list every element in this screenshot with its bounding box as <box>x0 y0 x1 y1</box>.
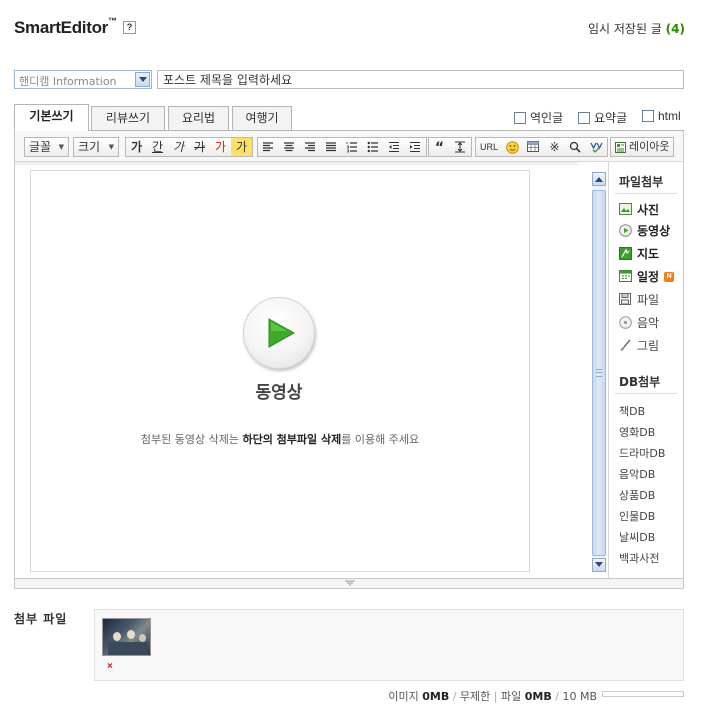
scroll-thumb[interactable] <box>592 190 606 556</box>
category-select[interactable]: 핸디캠 Information <box>14 70 152 89</box>
play-icon <box>268 318 295 348</box>
video-icon <box>619 224 632 237</box>
translate-checkbox[interactable] <box>514 111 526 124</box>
tab-review-write[interactable]: 리뷰쓰기 <box>91 106 165 130</box>
db-movie[interactable]: 영화DB <box>619 424 655 440</box>
db-book[interactable]: 책DB <box>619 403 645 419</box>
emoticon-icon[interactable] <box>502 138 523 156</box>
music-icon <box>619 316 632 329</box>
editor-top-shadow <box>15 162 578 168</box>
highlight-color-button[interactable]: 가 <box>231 138 252 156</box>
numbered-list-icon[interactable] <box>342 138 363 156</box>
underline-button[interactable]: 간 <box>147 138 168 156</box>
attachments-label: 첨부 파일 <box>14 612 68 626</box>
storage-quota: 이미지 0MB / 무제한 | 파일 0MB / 10 MB <box>388 690 597 703</box>
spellcheck-icon[interactable] <box>586 138 607 156</box>
editor-toolbar: 글꼴 ▼ 크기 ▼ 가 간 가 가 가 가 “ URL ※ 레이아웃 <box>14 131 684 161</box>
storage-usage-bar <box>602 691 684 697</box>
translate-option[interactable]: 역인글 <box>514 109 563 126</box>
post-title-input[interactable] <box>157 70 684 89</box>
resize-grip-icon <box>345 580 355 586</box>
bold-button[interactable]: 가 <box>126 138 147 156</box>
bullet-list-icon[interactable] <box>363 138 384 156</box>
align-justify-icon[interactable] <box>321 138 342 156</box>
db-person[interactable]: 인물DB <box>619 508 655 524</box>
html-option[interactable]: html <box>642 109 681 123</box>
tab-basic-write[interactable]: 기본쓰기 <box>14 104 89 131</box>
align-right-icon[interactable] <box>300 138 321 156</box>
quote-group: “ <box>428 137 472 157</box>
attach-music[interactable]: 음악 <box>619 314 659 331</box>
outdent-icon[interactable] <box>384 138 405 156</box>
text-style-group: 가 간 가 가 가 가 <box>125 137 253 157</box>
line-height-icon[interactable] <box>450 138 471 156</box>
new-badge: N <box>664 271 675 282</box>
editor-scrollbar[interactable] <box>592 172 606 572</box>
strikethrough-button[interactable]: 가 <box>189 138 210 156</box>
attach-drawing[interactable]: 그림 <box>619 337 659 354</box>
attach-side-panel: 파일첨부 사진 동영상 지도 일정 N 파일 음악 그림 DB첨부 책DB 영화… <box>608 162 683 578</box>
divider <box>615 193 677 194</box>
paragraph-group <box>257 137 427 157</box>
align-center-icon[interactable] <box>279 138 300 156</box>
calendar-icon <box>619 270 632 283</box>
editor-resize-handle[interactable] <box>14 579 684 589</box>
font-select[interactable]: 글꼴 ▼ <box>24 137 69 157</box>
video-label: 동영상 <box>255 383 303 403</box>
db-music[interactable]: 음악DB <box>619 466 655 482</box>
grip-icon <box>596 369 602 377</box>
attach-map[interactable]: 지도 <box>619 245 659 262</box>
db-drama[interactable]: 드라마DB <box>619 445 665 461</box>
attach-file[interactable]: 파일 <box>619 291 659 308</box>
quote-icon[interactable]: “ <box>429 138 450 156</box>
chevron-down-icon[interactable] <box>135 72 150 87</box>
attach-video[interactable]: 동영상 <box>619 222 670 239</box>
url-link-button[interactable]: URL <box>476 138 502 156</box>
autosave-count: (4) <box>665 22 685 36</box>
scroll-up-icon[interactable] <box>592 172 606 186</box>
font-color-button[interactable]: 가 <box>210 138 231 156</box>
html-checkbox[interactable] <box>642 110 654 122</box>
video-delete-notice: 첨부된 동영상 삭제는 하단의 첨부파일 삭제를 이용해 주세요 <box>140 433 420 446</box>
help-button[interactable]: ? <box>123 21 136 34</box>
size-select[interactable]: 크기 ▼ <box>73 137 119 157</box>
tab-travel[interactable]: 여행기 <box>232 106 292 130</box>
tab-recipe[interactable]: 요리법 <box>168 106 229 130</box>
attachment-thumbnail[interactable] <box>102 618 151 656</box>
divider <box>615 393 677 394</box>
layout-icon <box>615 141 626 153</box>
align-left-icon[interactable] <box>258 138 279 156</box>
search-icon[interactable] <box>565 138 586 156</box>
attach-schedule[interactable]: 일정 N <box>619 268 675 285</box>
attachment-delete-button[interactable]: × <box>107 661 113 672</box>
insert-group: URL ※ <box>475 137 608 157</box>
scroll-down-icon[interactable] <box>592 558 606 572</box>
table-icon[interactable] <box>523 138 544 156</box>
italic-button[interactable]: 가 <box>168 138 189 156</box>
brush-icon <box>619 339 632 352</box>
category-value: 핸디캠 Information <box>19 75 117 88</box>
db-encyclopedia[interactable]: 백과사전 <box>619 550 659 566</box>
summary-option[interactable]: 요약글 <box>578 109 627 126</box>
attach-photo[interactable]: 사진 <box>619 201 659 218</box>
indent-icon[interactable] <box>405 138 426 156</box>
photo-icon <box>619 203 632 216</box>
document-canvas[interactable] <box>30 170 530 572</box>
attachments-box <box>94 609 684 681</box>
file-attach-heading: 파일첨부 <box>619 175 664 189</box>
layout-button[interactable]: 레이아웃 <box>610 137 674 157</box>
autosave-link[interactable]: 임시 저장된 글 (4) <box>588 20 685 37</box>
video-play-button[interactable] <box>243 297 315 369</box>
map-icon <box>619 247 632 260</box>
special-char-button[interactable]: ※ <box>544 138 565 156</box>
save-file-icon <box>619 293 632 306</box>
summary-checkbox[interactable] <box>578 111 590 124</box>
db-attach-heading: DB첨부 <box>619 375 661 389</box>
db-product[interactable]: 상품DB <box>619 487 655 503</box>
db-weather[interactable]: 날씨DB <box>619 529 655 545</box>
smarteditor-logo: SmartEditor™ <box>14 16 117 37</box>
